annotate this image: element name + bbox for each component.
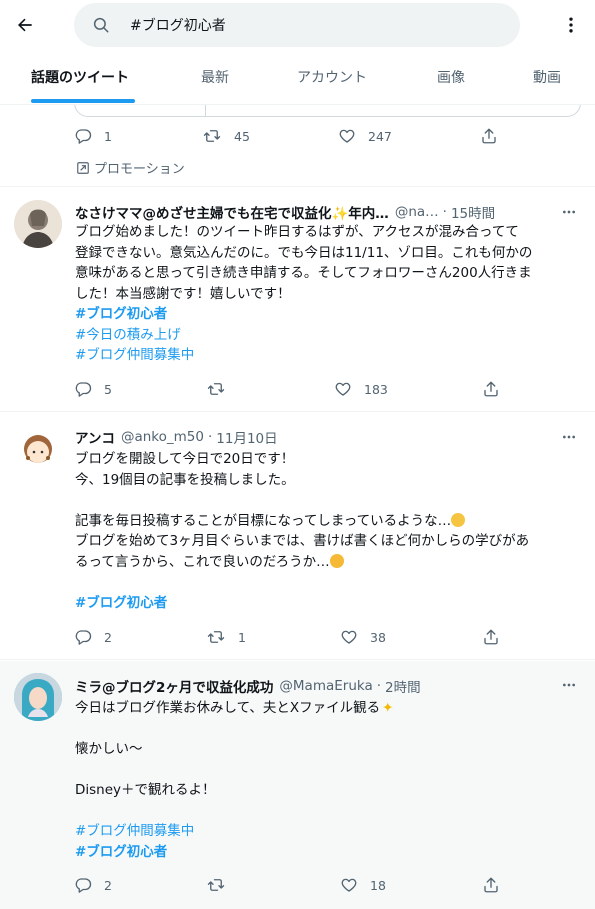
sparkles-emoji-icon: ✦ [382,700,394,716]
tweet[interactable]: なさけママ@めざせ主婦でも在宅で収益化✨年内… @na… · 15時間 ブログ始… [0,188,595,412]
retweet-button[interactable]: 45 [202,127,250,145]
tab-videos[interactable]: 動画 [533,56,561,104]
promoted-icon [77,161,89,174]
retweet-button[interactable] [206,380,238,398]
header: 話題のツイート 最新 アカウント 画像 動画 [0,0,595,105]
hashtag-link[interactable]: #ブログ仲間募集中 [75,345,583,366]
reply-icon [75,630,92,645]
retweet-icon [203,130,221,142]
user-name[interactable]: アンコ [75,427,115,447]
share-button[interactable] [482,628,500,646]
retweet-button[interactable]: 1 [206,628,246,646]
promoted-label: プロモーション [76,158,185,177]
hashtag-link[interactable]: #ブログ初心者 [75,593,583,614]
reply-icon [75,878,92,893]
tab-accounts[interactable]: アカウント [297,56,367,104]
reply-button[interactable]: 5 [74,380,112,398]
heart-icon [341,878,357,892]
hashtag-link[interactable]: #今日の積み上げ [75,325,583,346]
user-name[interactable]: なさけママ@めざせ主婦でも在宅で収益化✨年内… [75,202,389,222]
hashtag-link[interactable]: #ブログ仲間募集中 [75,821,583,842]
share-icon [484,877,498,893]
like-count: 38 [370,629,386,645]
tweet[interactable]: アンコ @anko_m50 · 11月10日 ブログを開設して今日で20日です！… [0,413,595,660]
like-button[interactable]: 18 [340,876,386,894]
search-box[interactable] [74,3,520,47]
like-count: 183 [364,381,388,397]
tweet-header: ミラ@ブログ2ヶ月で収益化成功 @MamaEruka · 2時間 [75,676,421,696]
like-button[interactable]: 183 [334,380,388,398]
reply-button[interactable]: 2 [74,628,112,646]
share-button[interactable] [480,127,498,145]
share-icon [484,629,498,645]
reply-count: 5 [104,381,112,397]
like-count: 247 [368,128,392,144]
heart-icon [339,129,355,143]
user-handle[interactable]: @na… [395,204,439,220]
heart-icon [335,382,351,396]
retweet-icon [207,879,225,891]
search-input[interactable] [130,17,490,33]
tweet-time[interactable]: 11月10日 [216,427,277,447]
reply-button[interactable]: 1 [74,127,112,145]
user-handle[interactable]: @anko_m50 [121,429,204,445]
tweet-header: アンコ @anko_m50 · 11月10日 [75,427,278,447]
tweet-header: なさけママ@めざせ主婦でも在宅で収益化✨年内… @na… · 15時間 [75,202,496,222]
share-icon [484,381,498,397]
reply-count: 2 [104,877,112,893]
like-button[interactable]: 38 [340,628,386,646]
back-arrow-icon[interactable] [12,12,38,38]
avatar[interactable] [14,673,62,721]
thinking-emoji-icon [451,512,466,527]
reply-count: 1 [104,128,112,144]
avatar[interactable] [14,200,62,248]
share-button[interactable] [482,380,500,398]
promoted-tweet[interactable]: 1 45 247 プロモーション [0,95,595,187]
search-icon [92,15,112,35]
tweet-time[interactable]: 15時間 [451,202,495,222]
pondering-emoji-icon [329,553,344,568]
tab-bar: 話題のツイート 最新 アカウント 画像 動画 [0,56,595,104]
tab-images[interactable]: 画像 [437,56,465,104]
retweet-icon [207,631,225,643]
like-count: 18 [370,877,386,893]
tweet[interactable]: ミラ@ブログ2ヶ月で収益化成功 @MamaEruka · 2時間 今日はブログ作… [0,661,595,909]
more-options-icon[interactable] [559,427,579,447]
tweet-actions: 5 183 [74,380,504,402]
retweet-count: 45 [234,128,250,144]
retweet-button[interactable] [206,876,238,894]
reply-icon [75,129,92,144]
tweet-text: 今日はブログ作業お休みして、夫とXファイル観る ✦ 懐かしい〜 Disney＋で観… [75,698,583,862]
tab-latest[interactable]: 最新 [201,56,229,104]
retweet-count: 1 [238,629,246,645]
active-tab-indicator [31,99,135,103]
tweet-text: ブログ始めました！のツイート昨日するはずが、アクセスが混み合ってて 登録できない… [75,222,583,366]
hashtag-link[interactable]: #ブログ初心者 [75,842,583,863]
tweet-actions: 1 45 247 [74,127,504,149]
reply-icon [75,382,92,397]
more-options-icon[interactable] [560,14,582,36]
user-handle[interactable]: @MamaEruka [279,678,372,694]
more-options-icon[interactable] [559,202,579,222]
tab-top[interactable]: 話題のツイート [31,56,129,104]
reply-count: 2 [104,629,112,645]
retweet-icon [207,383,225,395]
tweet-text: ブログを開設して今日で20日です！ 今、19個目の記事を投稿しました。 記事を毎… [75,449,583,613]
tweet-actions: 2 18 [74,876,504,898]
like-button[interactable]: 247 [338,127,392,145]
hashtag-link[interactable]: #ブログ初心者 [75,304,583,325]
user-name[interactable]: ミラ@ブログ2ヶ月で収益化成功 [75,676,273,696]
avatar[interactable] [14,425,62,473]
tweet-actions: 2 1 38 [74,628,504,650]
share-icon [482,128,496,144]
share-button[interactable] [482,876,500,894]
reply-button[interactable]: 2 [74,876,112,894]
more-options-icon[interactable] [559,675,579,695]
tweet-time[interactable]: 2時間 [385,676,421,696]
heart-icon [341,630,357,644]
